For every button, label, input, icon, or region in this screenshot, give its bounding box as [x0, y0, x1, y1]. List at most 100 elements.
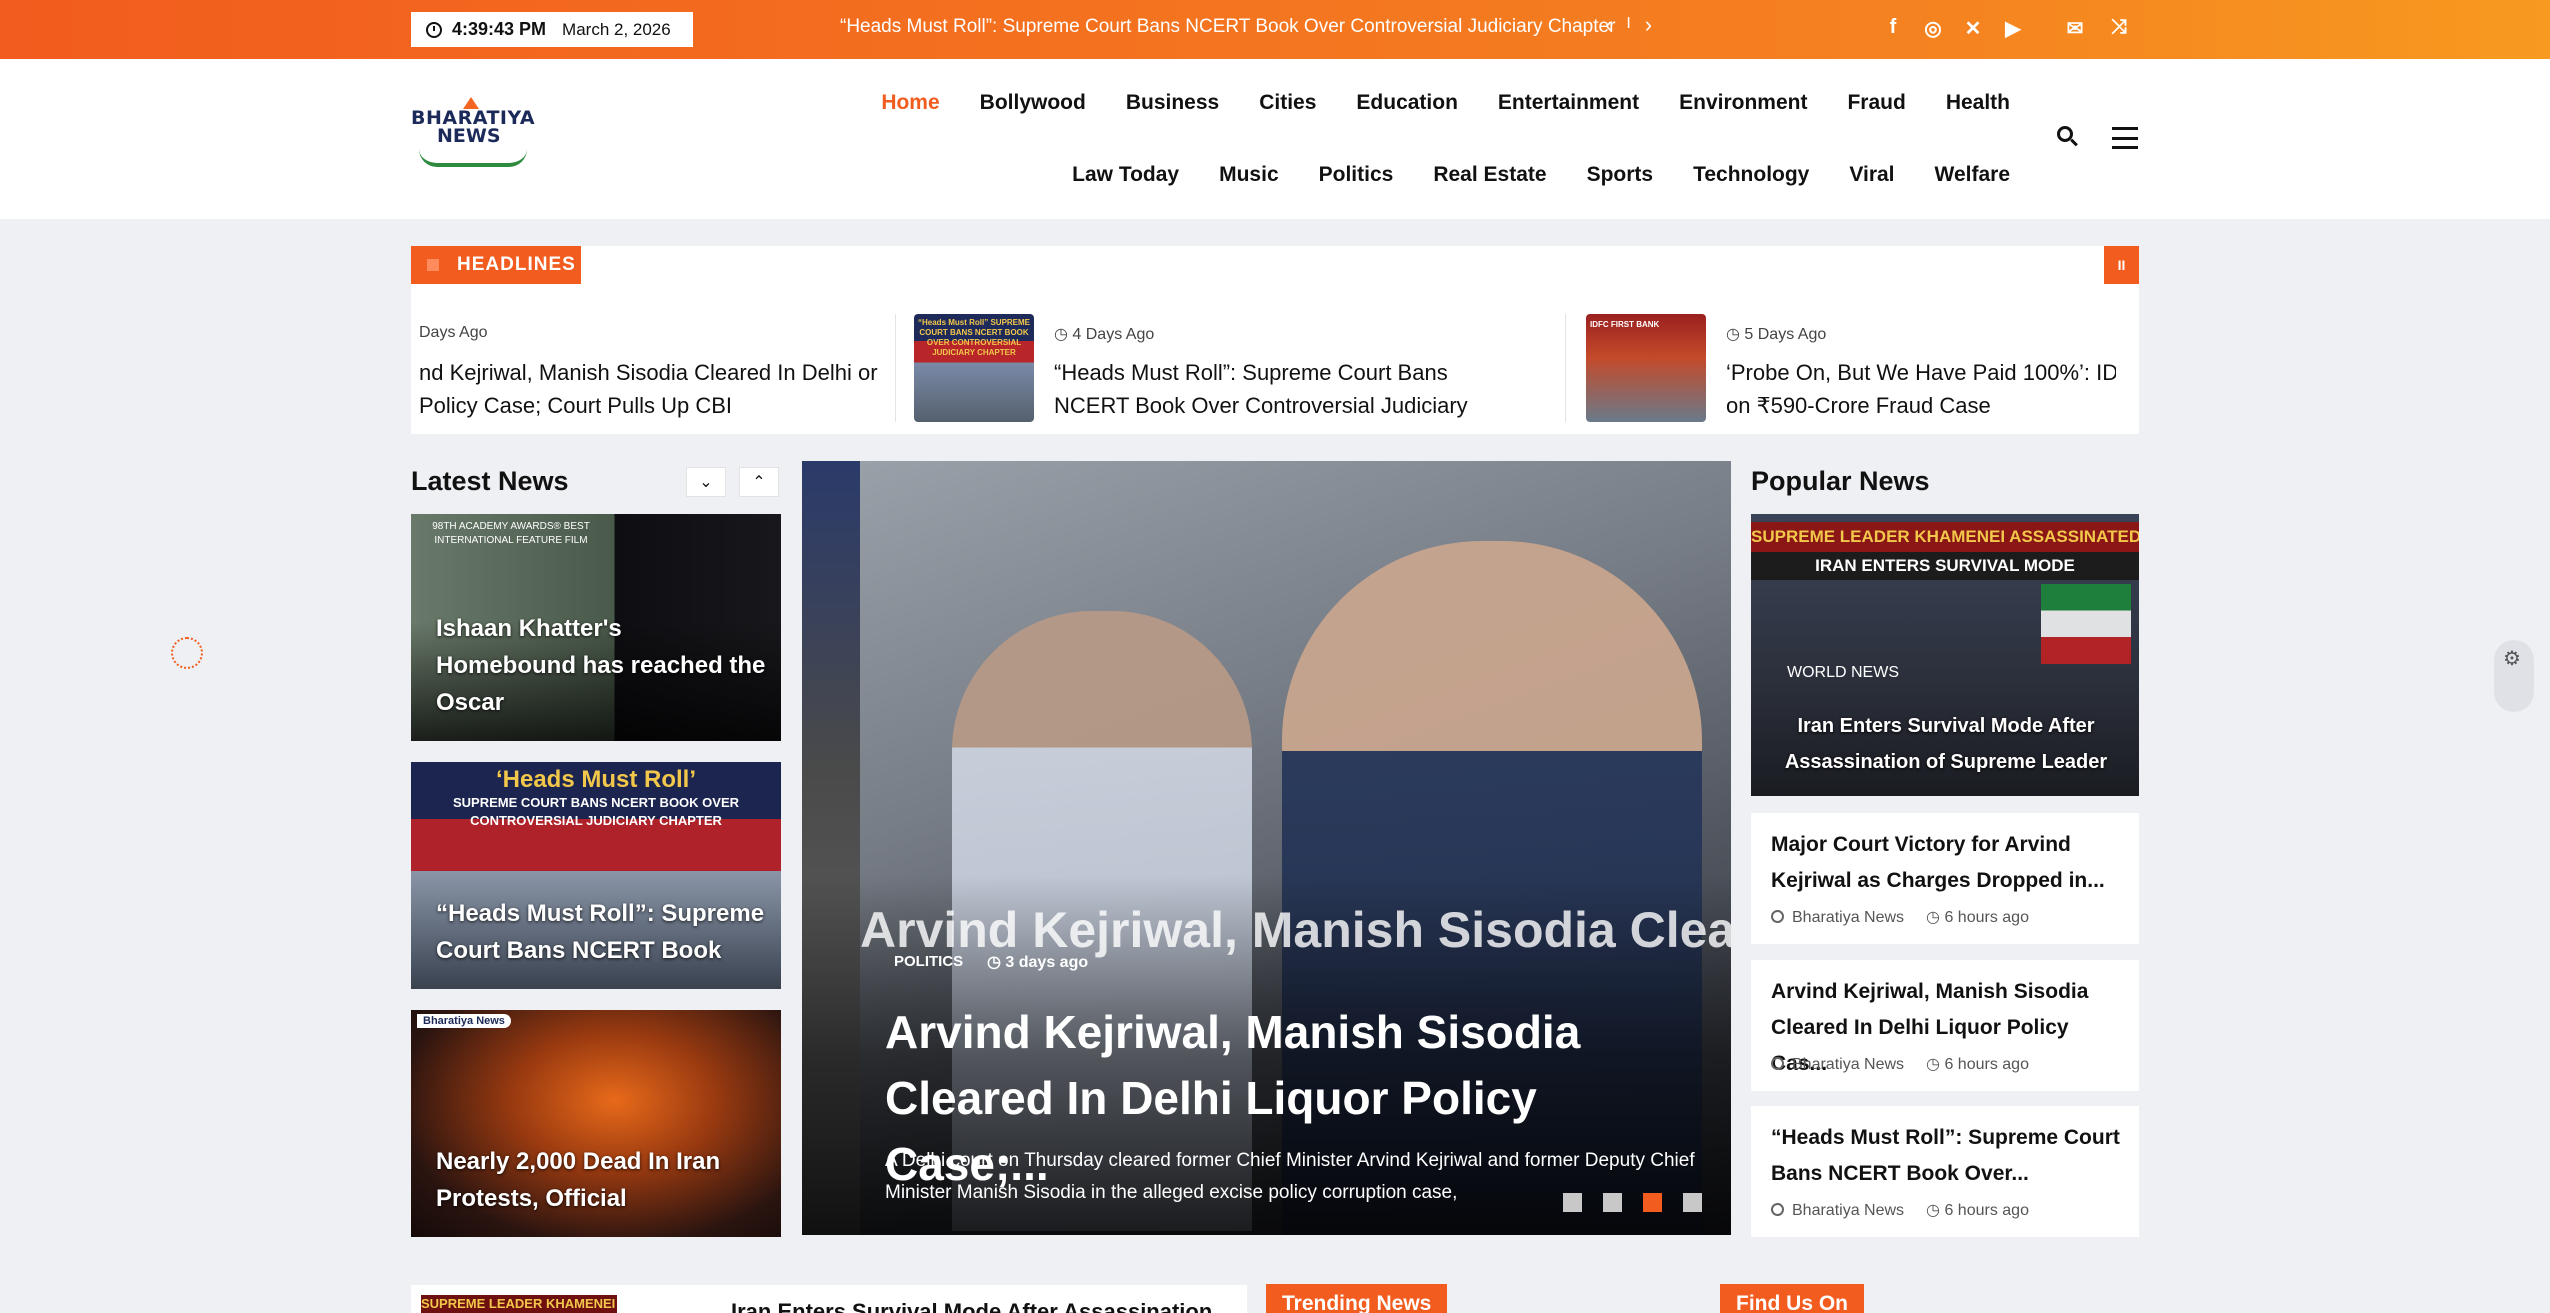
clock-icon: ◷	[1054, 326, 1073, 343]
headline-thumbnail[interactable]: IDFC FIRST BANK	[1586, 314, 1706, 422]
mail-icon[interactable]: ✉	[2064, 16, 2086, 41]
headlines-ticker: HEADLINES II Days Ago nd Kejriwal, Manis…	[411, 246, 2139, 434]
latest-up-button[interactable]: ⌃	[739, 467, 779, 497]
latest-news-card[interactable]: 98TH ACADEMY AWARDS® BEST INTERNATIONAL …	[411, 514, 781, 741]
latest-news-title: Latest News	[411, 466, 569, 496]
nav-law-today[interactable]: Law Today	[1072, 163, 1179, 187]
logo-mark	[463, 97, 479, 109]
instagram-icon[interactable]: ◎	[1922, 16, 1944, 41]
clock-icon: ◷	[1726, 326, 1745, 343]
card-title[interactable]: “Heads Must Roll”: Supreme Court Bans NC…	[436, 895, 766, 969]
nav-politics[interactable]: Politics	[1319, 163, 1394, 187]
nav-business[interactable]: Business	[1126, 91, 1219, 115]
nav-environment[interactable]: Environment	[1679, 91, 1807, 115]
nav-technology[interactable]: Technology	[1693, 163, 1809, 187]
popular-item-meta: Bharatiya News ◷ 6 hours ago	[1771, 1054, 2029, 1074]
popular-feature-card[interactable]: SUPREME LEADER KHAMENEI ASSASSINATED IRA…	[1751, 514, 2139, 796]
latest-news-card[interactable]: Bharatiya News Nearly 2,000 Dead In Iran…	[411, 1010, 781, 1237]
social-links: f ◎ ✕ ▶	[1882, 16, 2024, 41]
latest-news-card[interactable]: ‘Heads Must Roll’ SUPREME COURT BANS NCE…	[411, 762, 781, 989]
headline-title[interactable]: ‘Probe On, But We Have Paid 100%’: IDF B…	[1726, 356, 2116, 422]
main-nav-row1: Home Bollywood Business Cities Education…	[841, 91, 2010, 115]
headline-item[interactable]: Days Ago nd Kejriwal, Manish Sisodia Cle…	[419, 314, 889, 422]
bottom-news-card[interactable]: SUPREME LEADER KHAMENEI ASSASSINATED Ira…	[411, 1285, 1247, 1313]
card-image-caption: SUPREME COURT BANS NCERT BOOK OVER CONTR…	[452, 795, 740, 828]
thumbnail-caption: IDFC FIRST BANK	[1590, 320, 1660, 329]
logo-swoosh	[419, 149, 527, 167]
nav-fraud[interactable]: Fraud	[1847, 91, 1905, 115]
popular-list-item[interactable]: “Heads Must Roll”: Supreme Court Bans NC…	[1751, 1106, 2139, 1237]
nav-entertainment[interactable]: Entertainment	[1498, 91, 1639, 115]
flag-image	[2041, 584, 2131, 664]
divider	[895, 314, 896, 422]
clock-icon: ◷	[987, 954, 1006, 971]
ticker-prev-button[interactable]: ‹	[1605, 12, 1612, 38]
hero-category[interactable]: POLITICS	[894, 953, 963, 970]
popular-feature-title[interactable]: Iran Enters Survival Mode After Assassin…	[1771, 708, 2121, 780]
top-ticker-headline[interactable]: “Heads Must Roll”: Supreme Court Bans NC…	[840, 16, 1615, 38]
latest-down-button[interactable]: ⌄	[686, 467, 726, 497]
ticker-pause-button[interactable]: I	[1626, 15, 1630, 38]
hero-slider[interactable]: Arvind Kejriwal, Manish Sisodia Clear PO…	[802, 461, 1731, 1235]
card-image-banner: IRAN ENTERS SURVIVAL MODE	[1751, 552, 2139, 580]
nav-home[interactable]: Home	[881, 91, 939, 115]
card-image-headline: ‘Heads Must Roll’	[495, 766, 697, 793]
popular-item-meta: Bharatiya News ◷ 6 hours ago	[1771, 1200, 2029, 1220]
card-image-caption: 98TH ACADEMY AWARDS® BEST INTERNATIONAL …	[432, 521, 590, 546]
headline-title[interactable]: “Heads Must Roll”: Supreme Court Bans NC…	[1054, 356, 1524, 422]
settings-panel-toggle[interactable]: ⚙	[2494, 640, 2534, 712]
slide-dot[interactable]	[1643, 1193, 1662, 1212]
headline-item[interactable]: “Heads Must Roll” SUPREME COURT BANS NCE…	[914, 314, 1554, 422]
nav-viral[interactable]: Viral	[1849, 163, 1894, 187]
utility-links: ✉ ⤨	[2064, 16, 2130, 41]
hamburger-menu-icon[interactable]	[2112, 127, 2138, 149]
headline-item[interactable]: IDFC FIRST BANK ◷ 5 Days Ago ‘Probe On, …	[1586, 314, 2116, 422]
card-brand-tag: Bharatiya News	[417, 1014, 511, 1028]
slide-dot[interactable]	[1683, 1193, 1702, 1212]
headlines-label: HEADLINES	[411, 246, 581, 284]
bottom-news-title[interactable]: Iran Enters Survival Mode After Assassin…	[731, 1299, 1212, 1313]
youtube-icon[interactable]: ▶	[2002, 16, 2024, 41]
card-title[interactable]: Nearly 2,000 Dead In Iran Protests, Offi…	[436, 1143, 766, 1217]
popular-news-title: Popular News	[1751, 466, 1930, 496]
nav-bollywood[interactable]: Bollywood	[980, 91, 1086, 115]
clock-icon: ◷	[1926, 1056, 1945, 1073]
nav-real-estate[interactable]: Real Estate	[1433, 163, 1546, 187]
popular-item-title[interactable]: “Heads Must Roll”: Supreme Court Bans NC…	[1771, 1120, 2121, 1192]
divider	[1565, 314, 1566, 422]
ticker-next-button[interactable]: ›	[1645, 12, 1652, 38]
nav-music[interactable]: Music	[1219, 163, 1279, 187]
popular-item-title[interactable]: Major Court Victory for Arvind Kejriwal …	[1771, 827, 2121, 899]
popular-list-item[interactable]: Arvind Kejriwal, Manish Sisodia Cleared …	[1751, 960, 2139, 1091]
slide-dot[interactable]	[1603, 1193, 1622, 1212]
x-icon[interactable]: ✕	[1962, 16, 1984, 41]
nav-health[interactable]: Health	[1946, 91, 2010, 115]
site-logo[interactable]: BHARATIYA NEWS	[411, 97, 536, 177]
popular-item-meta: Bharatiya News ◷ 6 hours ago	[1771, 907, 2029, 927]
headline-thumbnail[interactable]: “Heads Must Roll” SUPREME COURT BANS NCE…	[914, 314, 1034, 422]
headlines-pause-button[interactable]: II	[2104, 246, 2139, 284]
shuffle-icon[interactable]: ⤨	[2108, 16, 2130, 41]
gear-icon: ⚙	[2503, 648, 2521, 670]
site-header: BHARATIYA NEWS Home Bollywood Business C…	[0, 59, 2550, 219]
card-title[interactable]: Ishaan Khatter's Homebound has reached t…	[436, 610, 766, 721]
popular-list-item[interactable]: Major Court Victory for Arvind Kejriwal …	[1751, 813, 2139, 944]
facebook-icon[interactable]: f	[1882, 16, 1904, 41]
current-date: March 2, 2026	[562, 19, 671, 39]
slide-dot[interactable]	[1563, 1193, 1582, 1212]
trending-news-label: Trending News	[1266, 1284, 1448, 1313]
popular-category[interactable]: WORLD NEWS	[1787, 664, 1899, 682]
nav-sports[interactable]: Sports	[1587, 163, 1654, 187]
thumbnail-caption: “Heads Must Roll” SUPREME COURT BANS NCE…	[918, 318, 1031, 357]
nav-welfare[interactable]: Welfare	[1935, 163, 2010, 187]
nav-education[interactable]: Education	[1356, 91, 1458, 115]
find-us-on-label: Find Us On	[1720, 1284, 1864, 1313]
top-bar: 4:39:43 PM March 2, 2026 “Heads Must Rol…	[0, 0, 2550, 59]
author-icon	[1771, 910, 1784, 923]
nav-cities[interactable]: Cities	[1259, 91, 1316, 115]
headline-title[interactable]: nd Kejriwal, Manish Sisodia Cleared In D…	[419, 356, 879, 422]
card-image-banner: SUPREME LEADER KHAMENEI ASSASSINATED	[1751, 522, 2139, 552]
headline-time: ◷ 5 Days Ago	[1726, 326, 1827, 343]
bottom-news-thumbnail[interactable]: SUPREME LEADER KHAMENEI ASSASSINATED	[421, 1295, 617, 1313]
search-icon[interactable]	[2057, 126, 2078, 147]
